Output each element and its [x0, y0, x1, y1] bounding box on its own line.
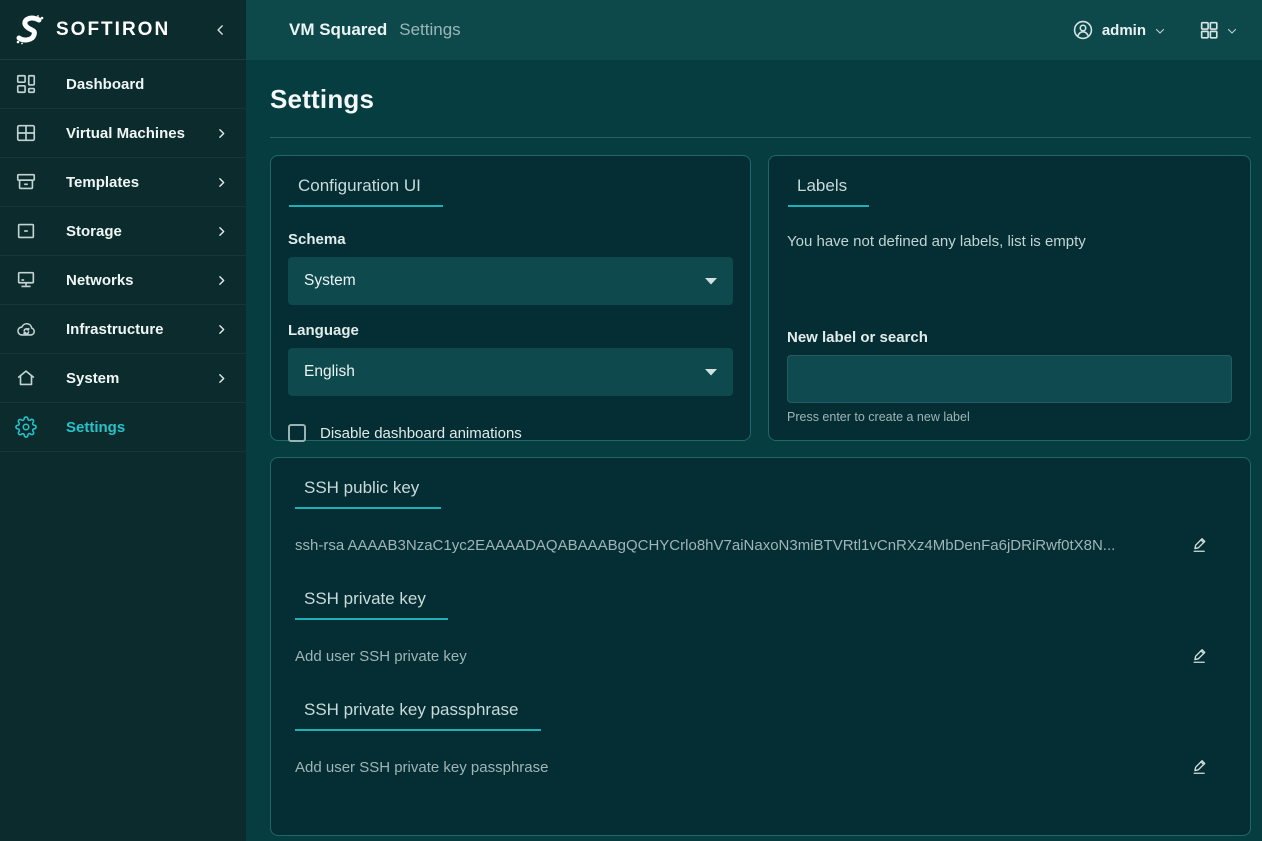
- checkbox-unchecked-icon[interactable]: [288, 424, 306, 442]
- sidebar: SOFTIRON Dashboard Virtual Machines: [0, 0, 246, 841]
- ssh-passphrase-placeholder: Add user SSH private key passphrase: [295, 759, 1190, 776]
- language-selected-value: English: [304, 363, 355, 381]
- sidebar-item-label: Storage: [66, 223, 122, 240]
- sidebar-item-storage[interactable]: Storage: [0, 207, 246, 256]
- language-label: Language: [288, 322, 733, 339]
- top-header-bar: VM Squared Settings admin: [246, 0, 1262, 60]
- ssh-private-key-placeholder: Add user SSH private key: [295, 648, 1190, 665]
- templates-icon: [14, 170, 38, 194]
- ssh-public-key-value: ssh-rsa AAAAB3NzaC1yc2EAAAADAQABAAABgQCH…: [295, 537, 1190, 554]
- chevron-right-icon: [215, 274, 228, 287]
- schema-label: Schema: [288, 231, 733, 248]
- ssh-keys-card: SSH public key ssh-rsa AAAAB3NzaC1yc2EAA…: [270, 457, 1251, 836]
- user-avatar-icon: [1072, 19, 1094, 41]
- new-label-helper-text: Press enter to create a new label: [787, 410, 1232, 424]
- brand-name: SOFTIRON: [56, 19, 170, 41]
- apps-menu[interactable]: [1198, 19, 1238, 41]
- schema-selected-value: System: [304, 272, 356, 290]
- user-menu[interactable]: admin: [1072, 19, 1166, 41]
- sidebar-item-templates[interactable]: Templates: [0, 158, 246, 207]
- chevron-right-icon: [215, 127, 228, 140]
- sidebar-item-label: Virtual Machines: [66, 125, 185, 142]
- disable-animations-checkbox-row[interactable]: Disable dashboard animations: [288, 424, 733, 442]
- title-divider: [270, 137, 1251, 138]
- new-label-input[interactable]: [787, 355, 1232, 403]
- infrastructure-icon: [14, 317, 38, 341]
- sidebar-item-dashboard[interactable]: Dashboard: [0, 60, 246, 109]
- system-icon: [14, 366, 38, 390]
- schema-select[interactable]: System: [288, 257, 733, 305]
- configuration-ui-card: Configuration UI Schema System Language …: [270, 155, 751, 441]
- networks-icon: [14, 268, 38, 292]
- ssh-passphrase-title: SSH private key passphrase: [295, 700, 541, 731]
- labels-card: Labels You have not defined any labels, …: [768, 155, 1251, 441]
- user-name: admin: [1102, 22, 1146, 39]
- sidebar-item-infrastructure[interactable]: Infrastructure: [0, 305, 246, 354]
- sidebar-item-label: System: [66, 370, 119, 387]
- dashboard-icon: [14, 72, 38, 96]
- chevron-down-icon: [1226, 25, 1238, 37]
- chevron-right-icon: [215, 323, 228, 336]
- ssh-passphrase-row: Add user SSH private key passphrase: [295, 757, 1226, 777]
- new-label-label: New label or search: [787, 329, 1232, 346]
- ssh-private-key-row: Add user SSH private key: [295, 646, 1226, 666]
- labels-title: Labels: [788, 176, 869, 207]
- language-select[interactable]: English: [288, 348, 733, 396]
- ssh-public-key-title: SSH public key: [295, 478, 441, 509]
- chevron-right-icon: [215, 372, 228, 385]
- labels-empty-text: You have not defined any labels, list is…: [787, 233, 1232, 250]
- sidebar-logo-row: SOFTIRON: [0, 0, 246, 60]
- ssh-private-key-title: SSH private key: [295, 589, 448, 620]
- ssh-public-key-row: ssh-rsa AAAAB3NzaC1yc2EAAAADAQABAAABgQCH…: [295, 535, 1226, 555]
- chevron-right-icon: [215, 176, 228, 189]
- sidebar-item-settings[interactable]: Settings: [0, 403, 246, 452]
- sidebar-item-label: Dashboard: [66, 76, 144, 93]
- configuration-ui-title: Configuration UI: [289, 176, 443, 207]
- sidebar-item-label: Templates: [66, 174, 139, 191]
- disable-animations-label: Disable dashboard animations: [320, 425, 522, 442]
- sidebar-item-networks[interactable]: Networks: [0, 256, 246, 305]
- settings-icon: [14, 415, 38, 439]
- edit-pencil-icon[interactable]: [1190, 535, 1210, 555]
- caret-down-icon: [705, 277, 717, 285]
- sidebar-item-label: Infrastructure: [66, 321, 164, 338]
- chevron-right-icon: [215, 225, 228, 238]
- softiron-logo-icon: [12, 12, 48, 48]
- virtual-machines-icon: [14, 121, 38, 145]
- sidebar-item-virtual-machines[interactable]: Virtual Machines: [0, 109, 246, 158]
- edit-pencil-icon[interactable]: [1190, 646, 1210, 666]
- sidebar-item-system[interactable]: System: [0, 354, 246, 403]
- apps-grid-icon: [1198, 19, 1220, 41]
- edit-pencil-icon[interactable]: [1190, 757, 1210, 777]
- caret-down-icon: [705, 368, 717, 376]
- main-content: Settings Configuration UI Schema System …: [246, 60, 1262, 841]
- sidebar-item-label: Settings: [66, 419, 125, 436]
- sidebar-collapse-icon[interactable]: [214, 23, 228, 37]
- chevron-down-icon: [1154, 25, 1166, 37]
- storage-icon: [14, 219, 38, 243]
- breadcrumb-page: Settings: [399, 20, 460, 40]
- sidebar-item-label: Networks: [66, 272, 134, 289]
- page-title: Settings: [270, 84, 1251, 115]
- product-title: VM Squared: [289, 20, 387, 40]
